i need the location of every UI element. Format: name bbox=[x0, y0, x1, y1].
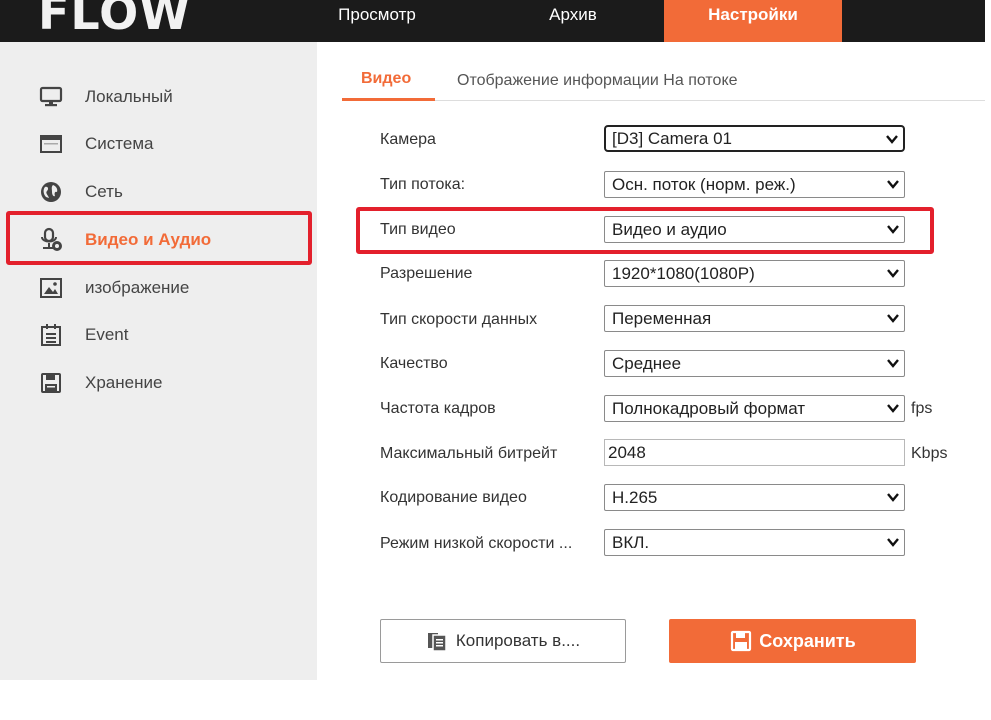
sidebar-item-label: Система bbox=[85, 134, 154, 153]
camera-label: Камера bbox=[380, 131, 436, 148]
video-type-value: Видео и аудио bbox=[612, 220, 727, 239]
floppy-icon bbox=[36, 370, 66, 396]
chevron-down-icon bbox=[887, 493, 899, 502]
sidebar-item-label: Сеть bbox=[85, 182, 123, 201]
chevron-down-icon bbox=[887, 538, 899, 547]
frame-rate-label: Частота кадров bbox=[380, 400, 496, 417]
sidebar-item-storage[interactable]: Хранение bbox=[36, 366, 306, 400]
microphone-icon bbox=[36, 227, 66, 253]
chevron-down-icon bbox=[887, 359, 899, 368]
sidebar-item-label: изображение bbox=[85, 278, 190, 297]
sidebar-item-image[interactable]: изображение bbox=[36, 271, 306, 305]
sidebar-item-label: Хранение bbox=[85, 373, 163, 392]
sidebar-item-local[interactable]: Локальный bbox=[36, 80, 306, 114]
low-bitrate-label: Режим низкой скорости ... bbox=[380, 535, 573, 552]
stream-type-value: Осн. поток (норм. реж.) bbox=[612, 175, 796, 194]
video-type-select[interactable]: Видео и аудио bbox=[604, 216, 905, 243]
sidebar-item-event[interactable]: Event bbox=[36, 318, 306, 352]
quality-select[interactable]: Среднее bbox=[604, 350, 905, 377]
globe-icon bbox=[36, 179, 66, 205]
nav-settings[interactable]: Настройки bbox=[664, 0, 842, 42]
resolution-select[interactable]: 1920*1080(1080P) bbox=[604, 260, 905, 287]
resolution-label: Разрешение bbox=[380, 265, 473, 282]
encoding-label: Кодирование видео bbox=[380, 489, 527, 506]
sidebar-item-system[interactable]: Система bbox=[36, 127, 306, 161]
monitor-icon bbox=[36, 84, 66, 110]
save-button-label: Сохранить bbox=[759, 630, 856, 651]
sidebar-item-label: Локальный bbox=[85, 87, 173, 106]
stream-type-label: Тип потока: bbox=[380, 176, 466, 193]
max-bitrate-unit: Kbps bbox=[911, 445, 948, 462]
camera-value: [D3] Camera 01 bbox=[612, 129, 732, 148]
bitrate-type-select[interactable]: Переменная bbox=[604, 305, 905, 332]
window-icon bbox=[36, 131, 66, 157]
bitrate-type-value: Переменная bbox=[612, 309, 712, 328]
quality-label: Качество bbox=[380, 355, 448, 372]
chevron-down-icon bbox=[886, 135, 898, 144]
chevron-down-icon bbox=[887, 225, 899, 234]
top-bar: FLOW Просмотр Архив Настройки bbox=[0, 0, 985, 42]
tab-stream-info[interactable]: Отображение информации На потоке bbox=[457, 72, 738, 90]
frame-rate-value: Полнокадровый формат bbox=[612, 399, 806, 418]
resolution-value: 1920*1080(1080P) bbox=[612, 264, 755, 283]
floppy-icon bbox=[729, 629, 753, 653]
sidebar-item-video-audio[interactable]: Видео и Аудио bbox=[36, 223, 306, 257]
quality-value: Среднее bbox=[612, 354, 682, 373]
image-icon bbox=[36, 275, 66, 301]
nav-archive[interactable]: Архив bbox=[528, 0, 618, 42]
bitrate-type-label: Тип скорости данных bbox=[380, 311, 538, 328]
tab-video[interactable]: Видео bbox=[361, 70, 411, 88]
logo: FLOW bbox=[38, 0, 191, 40]
copy-to-button[interactable]: Копировать в.... bbox=[380, 619, 626, 663]
sidebar: Локальный Система Сеть Видео и Аудио изо… bbox=[0, 42, 317, 680]
max-bitrate-label: Максимальный битрейт bbox=[380, 445, 558, 462]
tab-active-indicator bbox=[342, 98, 435, 101]
chevron-down-icon bbox=[887, 180, 899, 189]
low-bitrate-select[interactable]: ВКЛ. bbox=[604, 529, 905, 556]
save-button[interactable]: Сохранить bbox=[669, 619, 916, 663]
low-bitrate-value: ВКЛ. bbox=[612, 533, 650, 552]
frame-rate-unit: fps bbox=[911, 400, 933, 417]
copy-to-button-label: Копировать в.... bbox=[455, 631, 581, 650]
chevron-down-icon bbox=[887, 404, 899, 413]
tab-divider bbox=[342, 100, 985, 101]
video-type-label: Тип видео bbox=[380, 221, 456, 238]
list-icon bbox=[36, 322, 66, 348]
frame-rate-select[interactable]: Полнокадровый формат bbox=[604, 395, 905, 422]
sidebar-item-label: Event bbox=[85, 325, 129, 344]
chevron-down-icon bbox=[887, 314, 899, 323]
encoding-value: H.265 bbox=[612, 488, 658, 507]
copy-icon bbox=[426, 630, 450, 652]
chevron-down-icon bbox=[887, 269, 899, 278]
stream-type-select[interactable]: Осн. поток (норм. реж.) bbox=[604, 171, 905, 198]
camera-select[interactable]: [D3] Camera 01 bbox=[604, 125, 905, 152]
nav-preview[interactable]: Просмотр bbox=[322, 0, 432, 42]
sidebar-item-network[interactable]: Сеть bbox=[36, 175, 306, 209]
encoding-select[interactable]: H.265 bbox=[604, 484, 905, 511]
max-bitrate-input[interactable] bbox=[604, 439, 905, 466]
sidebar-item-label: Видео и Аудио bbox=[85, 230, 212, 249]
